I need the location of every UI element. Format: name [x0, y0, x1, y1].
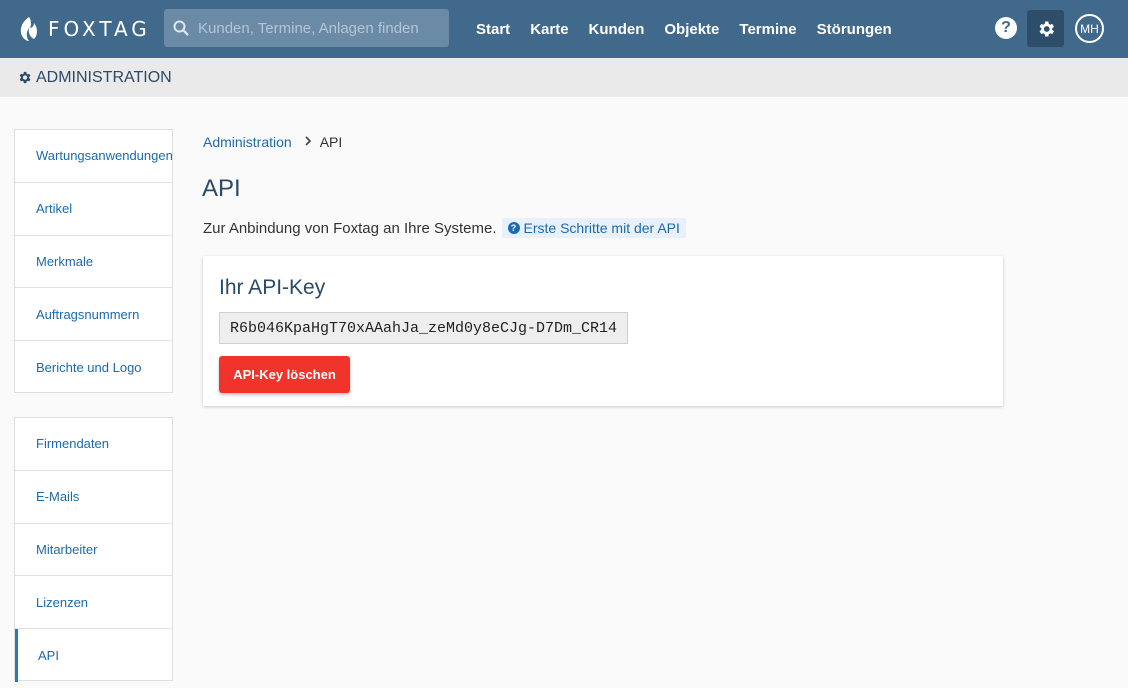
main-nav: Start Karte Kunden Objekte Termine Störu… — [476, 0, 912, 58]
gear-icon — [1039, 21, 1054, 36]
global-search — [164, 9, 449, 47]
sidebar-item-mitarbeiter[interactable]: Mitarbeiter — [15, 524, 172, 577]
search-icon — [164, 20, 198, 36]
search-input[interactable] — [198, 19, 438, 37]
gear-icon — [19, 71, 31, 84]
section-header: ADMINISTRATION — [0, 58, 1128, 97]
api-key-card: Ihr API-Key R6b046KpaHgT70xAAahJa_zeMd0y… — [203, 256, 1003, 406]
sidebar-group-settings: Wartungsanwendungen Artikel Merkmale Auf… — [14, 129, 173, 393]
sidebar-item-emails[interactable]: E-Mails — [15, 471, 172, 524]
settings-button[interactable] — [1027, 10, 1064, 47]
logo-text: FOXTAG — [48, 17, 151, 41]
nav-karte[interactable]: Karte — [530, 21, 568, 38]
api-help-link-label: Erste Schritte mit der API — [523, 220, 680, 236]
breadcrumb-current: API — [319, 134, 343, 150]
fox-logo-icon — [20, 17, 37, 41]
sidebar-item-lizenzen[interactable]: Lizenzen — [15, 576, 172, 630]
nav-stoerungen[interactable]: Störungen — [817, 21, 892, 38]
breadcrumb-administration[interactable]: Administration — [203, 134, 292, 150]
section-title: ADMINISTRATION — [36, 68, 172, 86]
question-circle-icon: ? — [507, 222, 520, 234]
chevron-right-icon — [304, 135, 312, 149]
avatar[interactable]: MH — [1075, 14, 1104, 43]
logo[interactable]: FOXTAG — [18, 14, 151, 44]
sidebar-item-berichte-und-logo[interactable]: Berichte und Logo — [15, 341, 172, 394]
sidebar-item-auftragsnummern[interactable]: Auftragsnummern — [15, 288, 172, 342]
api-key-value[interactable]: R6b046KpaHgT70xAAahJa_zeMd0y8eCJg-D7Dm_C… — [219, 312, 629, 344]
page-intro: Zur Anbindung von Foxtag an Ihre Systeme… — [203, 218, 686, 238]
nav-termine[interactable]: Termine — [739, 21, 796, 38]
page-title: API — [202, 175, 241, 202]
delete-api-key-button[interactable]: API-Key löschen — [219, 356, 350, 393]
sidebar-group-company: Firmendaten E-Mails Mitarbeiter Lizenzen… — [14, 417, 173, 682]
intro-text: Zur Anbindung von Foxtag an Ihre Systeme… — [203, 219, 497, 237]
nav-start[interactable]: Start — [476, 21, 510, 38]
sidebar-item-wartungsanwendungen[interactable]: Wartungsanwendungen — [15, 130, 173, 183]
top-navbar: FOXTAG Start Karte Kunden Objekte Termin… — [0, 0, 1128, 58]
card-title: Ihr API-Key — [219, 276, 326, 299]
sidebar-item-artikel[interactable]: Artikel — [15, 183, 172, 236]
sidebar-item-api[interactable]: API — [15, 629, 172, 682]
nav-kunden[interactable]: Kunden — [589, 21, 645, 38]
sidebar-item-firmendaten[interactable]: Firmendaten — [15, 418, 172, 471]
breadcrumb: Administration API — [203, 134, 342, 150]
sidebar-item-merkmale[interactable]: Merkmale — [15, 236, 172, 289]
help-icon[interactable]: ? — [995, 17, 1017, 39]
api-help-link[interactable]: ? Erste Schritte mit der API — [501, 218, 686, 238]
nav-objekte[interactable]: Objekte — [664, 21, 719, 38]
